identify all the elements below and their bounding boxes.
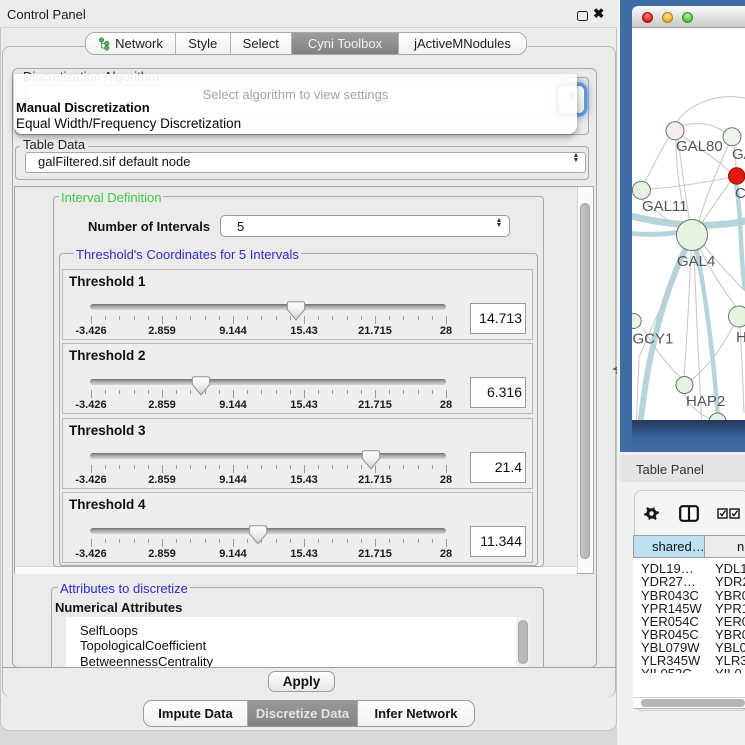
svg-text:GCY1: GCY1 [633,331,674,348]
svg-text:GAL80: GAL80 [676,138,723,155]
svg-text:C: C [735,185,745,202]
svg-text:GA: GA [732,146,745,163]
svg-text:GAL4: GAL4 [677,253,715,270]
svg-text:HAP2: HAP2 [686,393,725,410]
svg-text:GAL11: GAL11 [642,198,688,215]
svg-text:H: H [736,329,745,346]
